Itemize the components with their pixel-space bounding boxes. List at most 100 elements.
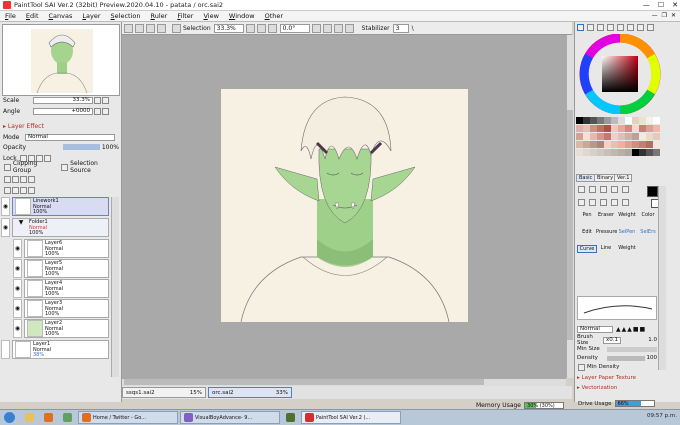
menu-layer[interactable]: Layer	[77, 12, 105, 20]
hsv-slider-icon[interactable]	[597, 24, 604, 31]
layer-row-layer4[interactable]: Layer4 Normal 100%	[24, 279, 109, 298]
color-swatch[interactable]	[611, 117, 618, 124]
new-mask-icon[interactable]	[28, 175, 35, 183]
rotate-tool-icon[interactable]	[600, 198, 607, 206]
layer-row-layer5[interactable]: Layer5 Normal 100%	[24, 259, 109, 278]
min-size-slider[interactable]	[607, 346, 657, 352]
toolbar-button[interactable]	[135, 23, 144, 33]
color-swatch[interactable]	[618, 149, 625, 156]
color-swatch[interactable]	[625, 125, 632, 132]
color-swatch[interactable]	[618, 125, 625, 132]
layer-row-layer2[interactable]: Layer2 Normal 100%	[24, 319, 109, 338]
toolbar-button[interactable]	[157, 23, 166, 33]
rotate-cw-icon[interactable]	[322, 23, 332, 33]
opacity-slider[interactable]	[63, 144, 100, 150]
menu-selection[interactable]: Selection	[106, 12, 146, 20]
color-swatch[interactable]	[576, 133, 583, 140]
color-swatch[interactable]	[576, 141, 583, 148]
zoom-select[interactable]: 33.3%	[213, 23, 244, 33]
menu-file[interactable]: File	[0, 12, 21, 20]
minecraft-icon[interactable]	[282, 411, 299, 424]
new-folder-icon[interactable]	[20, 175, 27, 183]
flip-icon[interactable]	[344, 23, 354, 33]
folder-expand-icon[interactable]: ▼	[13, 219, 29, 236]
color-swatch[interactable]	[590, 133, 597, 140]
taskbar-item-twitter[interactable]: Home / Twitter - Go...	[78, 411, 178, 424]
clipping-group-checkbox[interactable]	[4, 163, 11, 171]
color-swatch[interactable]	[632, 117, 639, 124]
visibility-eye-icon[interactable]: ◉	[13, 319, 22, 338]
new-linework-icon[interactable]	[12, 175, 19, 183]
visibility-eye-icon[interactable]	[1, 340, 10, 359]
color-swatch[interactable]	[604, 149, 611, 156]
menu-other[interactable]: Other	[260, 12, 288, 20]
menu-minimize-icon[interactable]: —	[652, 12, 658, 19]
minimize-icon[interactable]: —	[643, 1, 650, 9]
delete-layer-icon[interactable]	[28, 186, 35, 194]
layer-effect-header[interactable]: ▸ Layer Effect	[3, 122, 119, 130]
color-swatch[interactable]	[653, 149, 660, 156]
swatch-mode-icon[interactable]	[607, 24, 614, 31]
color-swatch[interactable]	[604, 125, 611, 132]
tool-tab-ver1[interactable]: Ver.1	[614, 174, 633, 182]
brush-shape-icons[interactable]: ▲▲▲■■	[616, 326, 646, 333]
menu-edit[interactable]: Edit	[21, 12, 44, 20]
scale-field[interactable]: 33.3%	[33, 96, 93, 104]
move-tool-icon[interactable]	[578, 198, 585, 206]
color-swatch[interactable]	[597, 117, 604, 124]
color-swatch[interactable]	[639, 141, 646, 148]
tool-edit[interactable]: Edit	[577, 229, 597, 235]
color-swatches[interactable]	[576, 117, 668, 169]
menu-ruler[interactable]: Ruler	[146, 12, 173, 20]
color-swatch[interactable]	[646, 141, 653, 148]
clear-layer-icon[interactable]	[20, 186, 27, 194]
transfer-down-icon[interactable]	[4, 186, 11, 194]
color-swatch[interactable]	[632, 149, 639, 156]
stabilizer-select[interactable]: 3	[392, 23, 409, 33]
tool-weight[interactable]: Weight	[617, 212, 637, 218]
density-slider[interactable]	[607, 355, 645, 361]
color-swatch[interactable]	[576, 149, 583, 156]
tool-pressure[interactable]: Pressure	[596, 229, 617, 235]
tool-selers[interactable]: SelErs	[638, 229, 658, 235]
color-swatch[interactable]	[653, 133, 660, 140]
color-swatch[interactable]	[583, 117, 590, 124]
color-swatch[interactable]	[611, 125, 618, 132]
tool-line[interactable]: Line	[596, 245, 616, 251]
color-option-icon[interactable]	[647, 24, 654, 31]
color-swatch[interactable]	[597, 133, 604, 140]
tool-weight-2[interactable]: Weight	[617, 245, 637, 251]
toolbar-button[interactable]	[124, 23, 133, 33]
tool-eraser[interactable]: Eraser	[596, 212, 616, 218]
toolbar-button[interactable]	[146, 23, 155, 33]
color-swatch[interactable]	[646, 117, 653, 124]
vertical-scroll-thumb[interactable]	[567, 110, 573, 340]
selection-toggle-icon[interactable]	[172, 23, 181, 33]
visibility-eye-icon[interactable]: ◉	[13, 259, 22, 278]
layer-row-linework1[interactable]: Linework1 Normal 100%	[12, 197, 109, 216]
blend-mode-select[interactable]: Normal	[25, 133, 115, 141]
rgb-slider-icon[interactable]	[587, 24, 594, 31]
color-option-icon[interactable]	[637, 24, 644, 31]
color-swatch[interactable]	[625, 141, 632, 148]
zoom-reset-icon[interactable]	[267, 23, 277, 33]
menu-close-icon[interactable]: ✕	[671, 12, 676, 19]
color-swatch[interactable]	[646, 133, 653, 140]
zoom-tool-icon[interactable]	[589, 198, 596, 206]
visibility-eye-icon[interactable]: ◉	[1, 218, 10, 237]
rotate-reset-icon[interactable]	[333, 23, 343, 33]
color-swatch[interactable]	[653, 117, 660, 124]
canvas-paper[interactable]	[221, 89, 468, 323]
maximize-icon[interactable]: ☐	[658, 1, 664, 9]
color-swatch[interactable]	[590, 141, 597, 148]
text-tool-icon[interactable]	[622, 186, 629, 193]
color-swatch[interactable]	[625, 133, 632, 140]
color-swatch[interactable]	[625, 117, 632, 124]
menu-restore-icon[interactable]: ❐	[662, 12, 667, 19]
vectorization-header[interactable]: ▸ Vectorization	[577, 385, 617, 391]
menu-filter[interactable]: Filter	[172, 12, 198, 20]
hand-tool-icon[interactable]	[611, 198, 618, 206]
color-swatch[interactable]	[604, 117, 611, 124]
zoom-in-button[interactable]	[102, 96, 109, 104]
lasso-tool-icon[interactable]	[589, 186, 596, 193]
